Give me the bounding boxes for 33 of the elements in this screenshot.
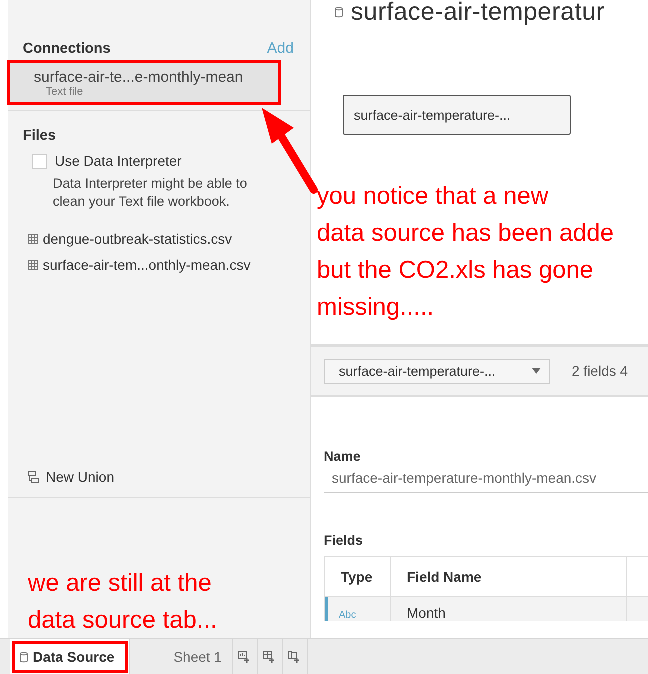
fields-label: Fields — [324, 533, 364, 548]
database-icon — [335, 7, 343, 18]
field-count: 2 fields 4 — [572, 363, 628, 379]
checkbox-label[interactable]: Use Data Interpreter — [55, 153, 182, 169]
new-union-item[interactable]: New Union — [28, 469, 310, 485]
dropdown-icon — [532, 368, 541, 374]
sheet-tab[interactable]: Data Source — [10, 639, 130, 674]
new-worksheet-icon[interactable] — [238, 651, 252, 663]
sheet-tab[interactable]: Sheet 1 — [164, 639, 233, 674]
new-dashboard-icon[interactable] — [263, 651, 276, 663]
table-select[interactable]: surface-air-temperature-... — [324, 358, 550, 384]
checkbox[interactable] — [32, 154, 47, 168]
type-cell: Abc — [325, 597, 391, 621]
table-icon — [28, 234, 38, 244]
interpreter-hint: Data Interpreter might be able to clean your Text file workbook. — [53, 175, 248, 211]
column-header[interactable]: Type — [325, 557, 391, 597]
name-field[interactable]: surface-air-temperature-monthly-mean.csv — [324, 470, 648, 493]
name-label: Name — [324, 449, 362, 464]
column-header[interactable]: Field Name — [391, 557, 627, 597]
table-box[interactable]: surface-air-temperature-... — [343, 95, 571, 135]
table-cell: Month — [391, 597, 627, 621]
annotation-text: you notice that a new data source has been adde but the CO2.xls has gone missing..... — [317, 182, 614, 323]
file-item[interactable]: dengue-outbreak-statistics.csv — [28, 231, 310, 247]
table-icon — [28, 260, 38, 270]
section-heading: Connections — [23, 41, 111, 57]
annotation-text: we are still at the data source tab... — [28, 569, 218, 636]
section-heading: Files — [23, 128, 56, 144]
file-item[interactable]: surface-air-tem...onthly-mean.csv — [28, 257, 310, 273]
connection-item[interactable]: surface-air-te...e-monthly-mean Text file — [10, 63, 278, 102]
data-source-title[interactable]: surface-air-temperatur — [351, 0, 605, 27]
database-icon — [20, 652, 28, 662]
union-icon — [28, 471, 40, 483]
new-story-icon[interactable] — [288, 651, 302, 663]
